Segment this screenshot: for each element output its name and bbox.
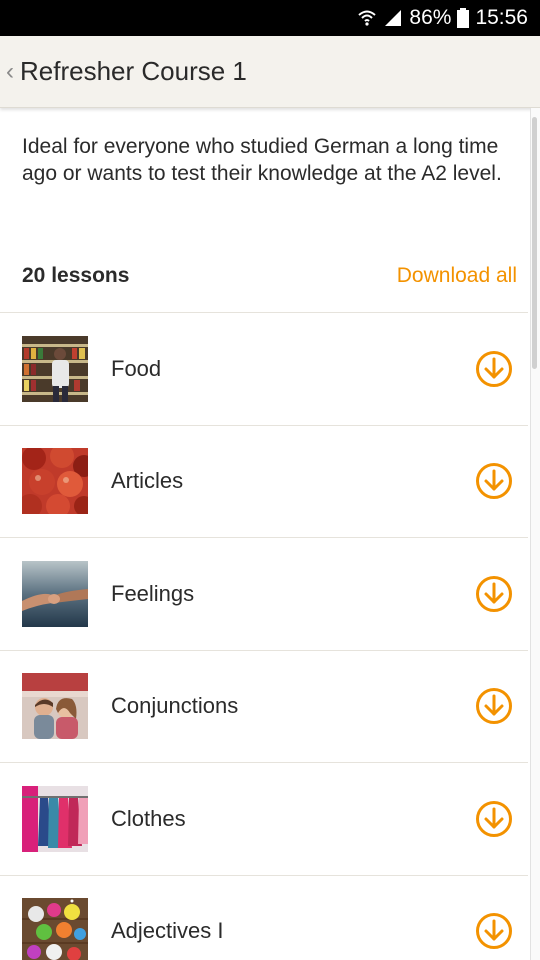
download-circle-icon bbox=[476, 688, 512, 725]
course-description: Ideal for everyone who studied German a … bbox=[22, 135, 502, 185]
download-button[interactable] bbox=[475, 912, 513, 950]
download-button[interactable] bbox=[475, 350, 513, 388]
lesson-thumbnail-clothes bbox=[22, 785, 88, 852]
lesson-title: Feelings bbox=[111, 580, 195, 606]
lesson-item-conjunctions[interactable]: Conjunctions bbox=[0, 649, 528, 763]
download-button[interactable] bbox=[475, 687, 513, 725]
battery-icon bbox=[457, 8, 470, 28]
download-button[interactable] bbox=[475, 462, 513, 500]
lesson-thumbnail-articles bbox=[22, 448, 88, 515]
download-all-button[interactable]: Download all bbox=[397, 264, 517, 288]
lesson-item-clothes[interactable]: Clothes bbox=[0, 762, 528, 875]
lesson-thumbnail-adjectives bbox=[22, 898, 88, 960]
lesson-list: Food Articles Feelings Conjunctions Clot… bbox=[0, 312, 528, 960]
back-button[interactable]: ‹ Refresher Course 1 bbox=[0, 36, 247, 107]
download-button[interactable] bbox=[475, 800, 513, 838]
download-button[interactable] bbox=[475, 575, 513, 613]
lesson-item-adjectives[interactable]: Adjectives I bbox=[0, 874, 528, 960]
lesson-title: Conjunctions bbox=[111, 693, 239, 719]
signal-icon bbox=[383, 8, 403, 28]
course-content: Ideal for everyone who studied German a … bbox=[0, 109, 540, 960]
download-circle-icon bbox=[476, 800, 512, 837]
lesson-thumbnail-food bbox=[22, 335, 88, 402]
download-circle-icon bbox=[476, 350, 512, 387]
app-bar: ‹ Refresher Course 1 bbox=[0, 36, 540, 108]
lesson-item-articles[interactable]: Articles bbox=[0, 424, 528, 538]
lesson-title: Adjectives I bbox=[111, 918, 224, 944]
lesson-title: Articles bbox=[111, 468, 184, 494]
clock: 15:56 bbox=[475, 6, 528, 29]
lesson-thumbnail-feelings bbox=[22, 560, 88, 627]
lesson-thumbnail-conjunctions bbox=[22, 673, 88, 740]
download-circle-icon bbox=[476, 913, 512, 950]
download-circle-icon bbox=[476, 463, 512, 500]
lesson-item-food[interactable]: Food bbox=[0, 312, 528, 425]
page-title: Refresher Course 1 bbox=[20, 56, 247, 86]
wifi-icon bbox=[357, 8, 377, 28]
status-bar: 86% 15:56 bbox=[0, 0, 540, 36]
download-circle-icon bbox=[476, 575, 512, 612]
lesson-item-feelings[interactable]: Feelings bbox=[0, 537, 528, 650]
lessons-count: 20 lessons bbox=[22, 264, 130, 287]
battery-percent: 86% bbox=[409, 6, 452, 29]
lesson-title: Food bbox=[111, 355, 162, 381]
lesson-title: Clothes bbox=[111, 805, 186, 831]
chevron-left-icon: ‹ bbox=[6, 57, 14, 85]
